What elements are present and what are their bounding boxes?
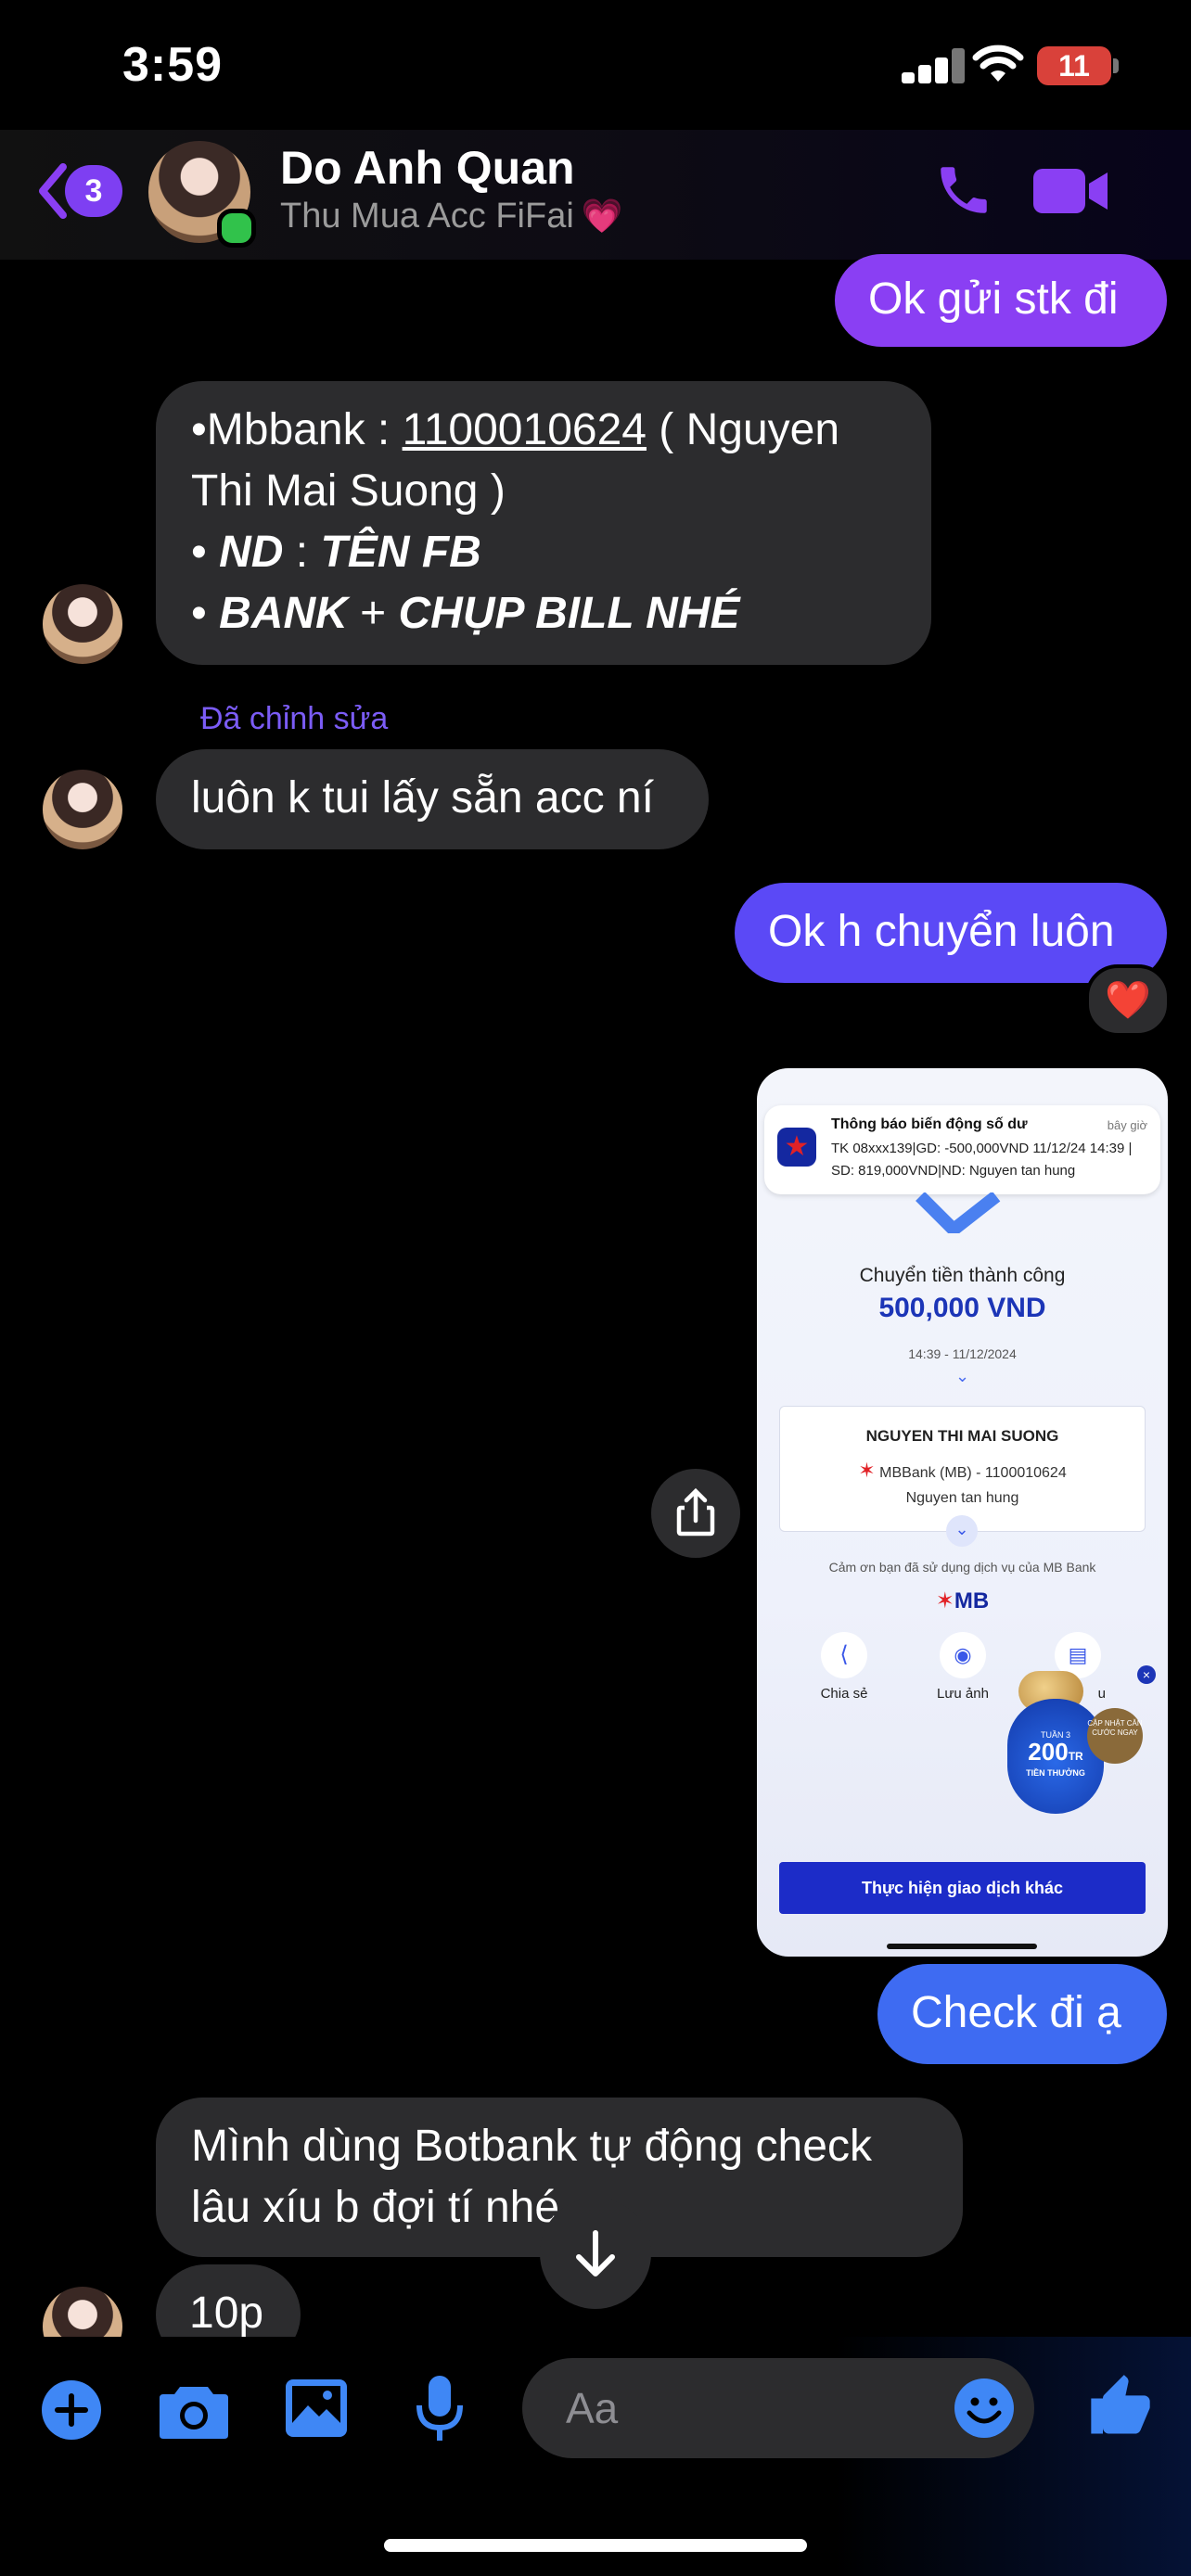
camera-small-icon: ◉ [940, 1632, 986, 1678]
contact-status-text: Thu Mua Acc FiFai [280, 197, 574, 236]
check-mark-icon [916, 1192, 1001, 1233]
transfer-datetime: 14:39 - 11/12/2024 [908, 1346, 1017, 1361]
share-image-button[interactable] [651, 1469, 740, 1558]
message-input-placeholder: Aa [566, 2384, 619, 2432]
bank-line-1: •Mbbank : 1100010624 ( Nguyen [191, 400, 896, 461]
online-indicator [217, 209, 256, 248]
message-bubble-bank-info[interactable]: •Mbbank : 1100010624 ( Nguyen Thi Mai Su… [156, 381, 931, 665]
bullet: • [191, 589, 220, 638]
bullet: • [191, 528, 220, 577]
recipient-bank: MBBank (MB) - 1100010624 [879, 1465, 1067, 1481]
message-bubble-outgoing[interactable]: Ok gửi stk đi [835, 254, 1167, 347]
bank-line-3: • ND : TÊN FB [191, 522, 896, 583]
signal-icon [902, 48, 965, 83]
camera-icon[interactable] [158, 2381, 230, 2441]
message-bubble-incoming[interactable]: luôn k tui lấy sẵn acc ní [156, 749, 709, 849]
save-action-label: Lưu ảnh [937, 1686, 989, 1702]
wifi-icon [972, 45, 1024, 82]
mb-logo: ✶MB [935, 1588, 990, 1613]
promo-money-bag[interactable]: TUẦN 3 200TR TIỀN THƯỞNG [1007, 1699, 1104, 1814]
unread-count-badge[interactable]: 3 [65, 165, 122, 217]
expand-circle-icon: ⌄ [946, 1515, 978, 1547]
bank-line-prefix: •Mbbank : [191, 405, 403, 454]
message-line-1: Mình dùng Botbank tự động check [191, 2122, 872, 2171]
emoji-icon[interactable] [954, 2378, 1015, 2439]
plus-icon[interactable] [41, 2379, 102, 2441]
bank-receipt-image[interactable]: ★ Thông báo biến động số dư bây giờ TK 0… [757, 1068, 1168, 1957]
success-label: Chuyển tiền thành công [859, 1265, 1066, 1286]
phone-icon[interactable] [933, 159, 994, 221]
heart-emoji: 💗 [581, 197, 623, 235]
battery-level: 11 [1058, 49, 1090, 83]
heart-reaction[interactable]: ❤️ [1085, 964, 1171, 1037]
edited-label: Đã chỉnh sửa [200, 701, 389, 736]
mic-icon[interactable] [414, 2374, 466, 2444]
back-chevron-icon[interactable] [35, 161, 69, 221]
mb-logo-text: MB [954, 1588, 990, 1613]
recipient-note: Nguyen tan hung [905, 1490, 1019, 1506]
notification-line-1: TK 08xxx139|GD: -500,000VND 11/12/24 14:… [831, 1141, 1133, 1156]
image-icon[interactable] [284, 2378, 349, 2439]
account-number-link[interactable]: 1100010624 [403, 405, 647, 454]
bank-line-suffix: ( Nguyen [646, 405, 840, 454]
notification-card: ★ Thông báo biến động số dư bây giờ TK 0… [764, 1105, 1160, 1194]
notification-line-2: SD: 819,000VND|ND: Nguyen tan hung [831, 1163, 1076, 1179]
mb-star-icon: ✶ [858, 1459, 876, 1482]
battery-icon: 11 [1037, 46, 1111, 85]
plus-sign: + [347, 589, 399, 638]
contact-small-avatar[interactable] [43, 770, 122, 849]
contact-status: Thu Mua Acc FiFai 💗 [280, 197, 623, 236]
promo-label: TIỀN THƯỞNG [1026, 1768, 1085, 1778]
colon: : [283, 528, 321, 577]
home-bar [887, 1944, 1037, 1949]
mb-app-icon: ★ [777, 1128, 816, 1167]
thanks-text: Cảm ơn bạn đã sử dụng dịch vụ của MB Ban… [828, 1560, 1096, 1575]
recipient-card: NGUYEN THI MAI SUONG ✶ MBBank (MB) - 110… [779, 1406, 1146, 1532]
transfer-amount: 500,000 VND [878, 1293, 1046, 1323]
promo-close-icon[interactable]: × [1137, 1665, 1156, 1684]
status-time: 3:59 [122, 38, 224, 92]
arrow-down-icon [576, 2230, 615, 2276]
ten-fb-label: TÊN FB [320, 528, 481, 577]
thumbs-up-icon[interactable] [1085, 2372, 1156, 2442]
bank-line-2: Thi Mai Suong ) [191, 466, 506, 516]
contact-name[interactable]: Do Anh Quan [280, 141, 575, 195]
battery-nub [1113, 58, 1119, 73]
share-icon [676, 1487, 715, 1537]
message-bubble-outgoing[interactable]: Check đi ạ [877, 1964, 1167, 2064]
share-nodes-icon: ⟨ [821, 1632, 867, 1678]
bank-line-4: • BANK + CHỤP BILL NHÉ [191, 583, 896, 644]
promo-badge: CẬP NHẬT CĂN CƯỚC NGAY [1087, 1708, 1143, 1764]
save-image-action[interactable]: ◉ Lưu ảnh [926, 1632, 1000, 1702]
share-action[interactable]: ⟨ Chia sẻ [811, 1632, 877, 1702]
scroll-to-bottom-button[interactable] [540, 2198, 651, 2309]
nd-label: ND [219, 528, 284, 577]
chup-bill-label: CHỤP BILL NHÉ [398, 589, 740, 638]
recipient-bank-row: ✶ MBBank (MB) - 1100010624 [780, 1459, 1145, 1483]
contact-small-avatar[interactable] [43, 584, 122, 664]
notification-time: bây giờ [1107, 1118, 1147, 1132]
video-icon[interactable] [1031, 165, 1109, 217]
notification-title: Thông báo biến động số dư [831, 1116, 1028, 1132]
new-transaction-button[interactable]: Thực hiện giao dịch khác [779, 1862, 1146, 1914]
promo-unit: TR [1068, 1750, 1083, 1763]
expand-chevron-icon: ⌄ [954, 1367, 970, 1385]
recipient-name: NGUYEN THI MAI SUONG [865, 1427, 1059, 1445]
bank-label: BANK [219, 589, 348, 638]
home-indicator [384, 2539, 807, 2552]
promo-amount: 200 [1028, 1738, 1069, 1766]
share-action-label: Chia sẻ [820, 1686, 868, 1702]
